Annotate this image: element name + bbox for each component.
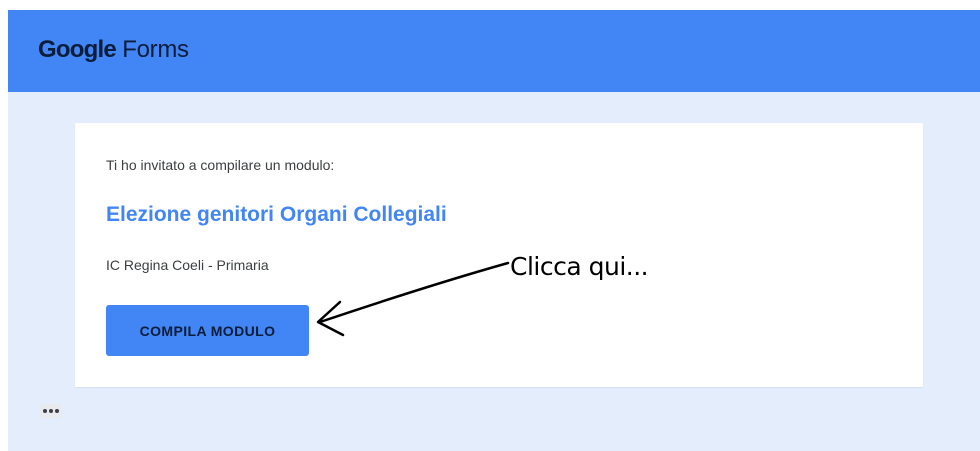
dot: [55, 409, 59, 413]
invitation-card: Ti ho invitato a compilare un modulo: El…: [75, 123, 923, 387]
email-body: Google Forms Ti ho invitato a compilare …: [8, 10, 980, 451]
more-horizontal-icon[interactable]: [40, 404, 62, 418]
fill-form-button[interactable]: COMPILA MODULO: [106, 305, 309, 356]
header-bar: Google Forms: [8, 10, 980, 92]
logo-product: Forms: [122, 36, 189, 63]
dot: [43, 409, 47, 413]
dot: [49, 409, 53, 413]
organization-name: IC Regina Coeli - Primaria: [106, 257, 269, 273]
logo-brand: Google: [38, 36, 117, 63]
invite-text: Ti ho invitato a compilare un modulo:: [106, 157, 335, 173]
form-title[interactable]: Elezione genitori Organi Collegiali: [106, 203, 447, 227]
annotation-text: Clicca qui...: [510, 252, 649, 281]
google-forms-logo: Google Forms: [38, 36, 189, 64]
